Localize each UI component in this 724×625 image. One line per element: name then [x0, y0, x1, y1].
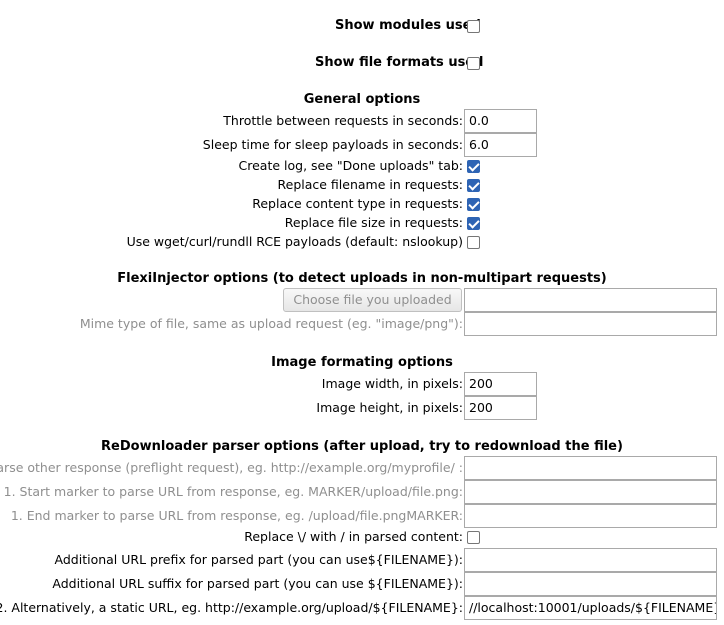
replace-content-type-label: Replace content type in requests: — [252, 196, 463, 211]
image-height-input[interactable]: 200 — [464, 396, 537, 420]
url-prefix-input[interactable] — [464, 548, 717, 572]
start-marker-input[interactable] — [464, 480, 717, 504]
replace-slash-label: Replace \/ with / in parsed content: — [244, 529, 463, 544]
image-width-input[interactable]: 200 — [464, 372, 537, 396]
start-marker-label: 1. Start marker to parse URL from respon… — [3, 484, 463, 499]
end-marker-label: 1. End marker to parse URL from response… — [10, 508, 463, 523]
mime-type-input[interactable] — [464, 312, 717, 336]
image-height-label: Image height, in pixels: — [316, 400, 463, 415]
url-suffix-label: Additional URL suffix for parsed part (y… — [52, 576, 463, 591]
create-log-label: Create log, see "Done uploads" tab: — [238, 158, 464, 173]
replace-file-size-label: Replace file size in requests: — [284, 215, 463, 230]
show-file-formats-label: Show file formats used — [315, 55, 484, 70]
replace-filename-checkbox[interactable] — [467, 179, 480, 192]
sleep-time-label: Sleep time for sleep payloads in seconds… — [202, 137, 463, 152]
replace-file-size-checkbox[interactable] — [467, 217, 480, 230]
throttle-input[interactable]: 0.0 — [464, 109, 537, 133]
static-url-label: 2. Alternatively, a static URL, eg. http… — [0, 600, 463, 615]
static-url-input[interactable]: //localhost:10001/uploads/${FILENAME} — [464, 596, 717, 620]
image-formatting-heading: Image formating options — [271, 355, 453, 370]
replace-slash-checkbox[interactable] — [467, 531, 480, 544]
general-options-heading: General options — [303, 92, 421, 107]
throttle-label: Throttle between requests in seconds: — [223, 113, 463, 128]
choose-file-button[interactable]: Choose file you uploaded — [283, 288, 462, 312]
image-width-label: Image width, in pixels: — [321, 376, 463, 391]
create-log-checkbox[interactable] — [467, 160, 480, 173]
end-marker-input[interactable] — [464, 504, 717, 528]
replace-content-type-checkbox[interactable] — [467, 198, 480, 211]
use-wget-checkbox[interactable] — [467, 236, 480, 249]
preflight-label: Parse other response (preflight request)… — [0, 460, 463, 475]
mime-type-label: Mime type of file, same as upload reques… — [79, 316, 463, 331]
sleep-time-input[interactable]: 6.0 — [464, 133, 537, 157]
replace-filename-label: Replace filename in requests: — [277, 177, 464, 192]
show-modules-checkbox[interactable] — [467, 20, 480, 33]
flexiinjector-heading: FlexiInjector options (to detect uploads… — [117, 271, 607, 286]
redownloader-heading: ReDownloader parser options (after uploa… — [101, 439, 623, 454]
preflight-input[interactable] — [464, 456, 717, 480]
use-wget-label: Use wget/curl/rundll RCE payloads (defau… — [126, 234, 463, 249]
url-prefix-label: Additional URL prefix for parsed part (y… — [54, 552, 463, 567]
show-modules-label: Show modules used — [335, 18, 481, 33]
chosen-file-field[interactable] — [464, 288, 717, 312]
show-file-formats-checkbox[interactable] — [467, 57, 480, 70]
url-suffix-input[interactable] — [464, 572, 717, 596]
